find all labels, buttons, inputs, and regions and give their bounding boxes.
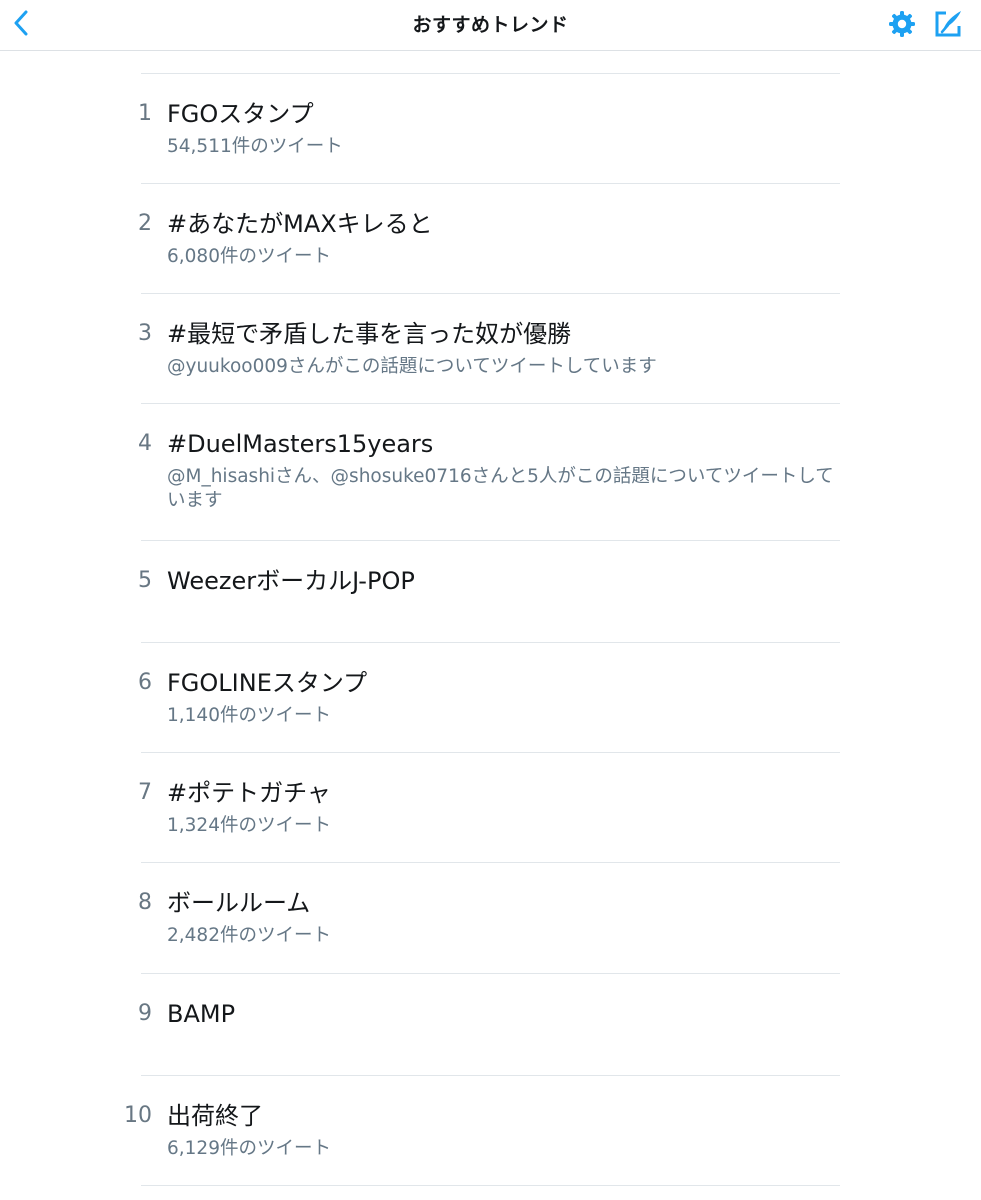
trend-name: #ポテトガチャ [167,779,331,807]
trend-meta: 6,080件のツイート [167,246,331,267]
trend-name: #DuelMasters15years [167,430,434,458]
trend-rank: 10 [124,1103,152,1128]
trend-item[interactable]: 8 ボールルーム 2,482件のツイート [0,863,981,974]
list-divider [141,1185,840,1186]
trend-item[interactable]: 6 FGOLINEスタンプ 1,140件のツイート [0,643,981,753]
trend-rank: 1 [138,101,152,126]
settings-button[interactable] [888,10,916,38]
trend-name: BAMP [167,1000,236,1028]
trend-rank: 5 [138,568,152,593]
trend-name: FGOスタンプ [167,100,314,128]
trend-item[interactable]: 3 #最短で矛盾した事を言った奴が優勝 @yuukoo009さんがこの話題につい… [0,294,981,404]
trend-item[interactable]: 2 #あなたがMAXキレると 6,080件のツイート [0,184,981,294]
page-title: おすすめトレンド [412,14,569,36]
trend-rank: 2 [138,211,152,236]
trend-item[interactable]: 9 BAMP [0,974,981,1076]
trend-name: FGOLINEスタンプ [167,669,368,697]
trend-name: #あなたがMAXキレると [167,210,433,238]
trend-meta: @M_hisashiさん、@shosuke0716さんと5人がこの話題についてツ… [167,466,834,511]
trend-meta: @yuukoo009さんがこの話題についてツイートしています [167,356,657,377]
trend-name: ボールルーム [167,889,311,917]
trend-item[interactable]: 10 出荷終了 6,129件のツイート [0,1076,981,1186]
compose-button[interactable] [932,8,964,40]
trend-rank: 3 [138,321,152,346]
trend-name: #最短で矛盾した事を言った奴が優勝 [167,320,572,348]
trend-meta: 1,140件のツイート [167,705,331,726]
trend-name: WeezerボーカルJ-POP [167,567,415,595]
compose-icon [935,11,961,37]
trend-meta: 6,129件のツイート [167,1138,331,1159]
trend-item[interactable]: 5 WeezerボーカルJ-POP [0,541,981,643]
trend-name: 出荷終了 [167,1102,263,1130]
nav-bar: おすすめトレンド [0,0,981,51]
trend-item[interactable]: 7 #ポテトガチャ 1,324件のツイート [0,753,981,863]
trend-meta: 2,482件のツイート [167,925,331,946]
trend-rank: 9 [138,1001,152,1026]
gear-icon [889,11,915,37]
trend-meta: 54,511件のツイート [167,136,343,157]
trend-item[interactable]: 4 #DuelMasters15years @M_hisashiさん、@shos… [0,404,981,541]
trend-rank: 4 [138,431,152,456]
trend-rank: 7 [138,780,152,805]
trend-rank: 8 [138,890,152,915]
trend-rank: 6 [138,670,152,695]
trend-item[interactable]: 1 FGOスタンプ 54,511件のツイート [0,74,981,184]
trend-meta: 1,324件のツイート [167,815,331,836]
